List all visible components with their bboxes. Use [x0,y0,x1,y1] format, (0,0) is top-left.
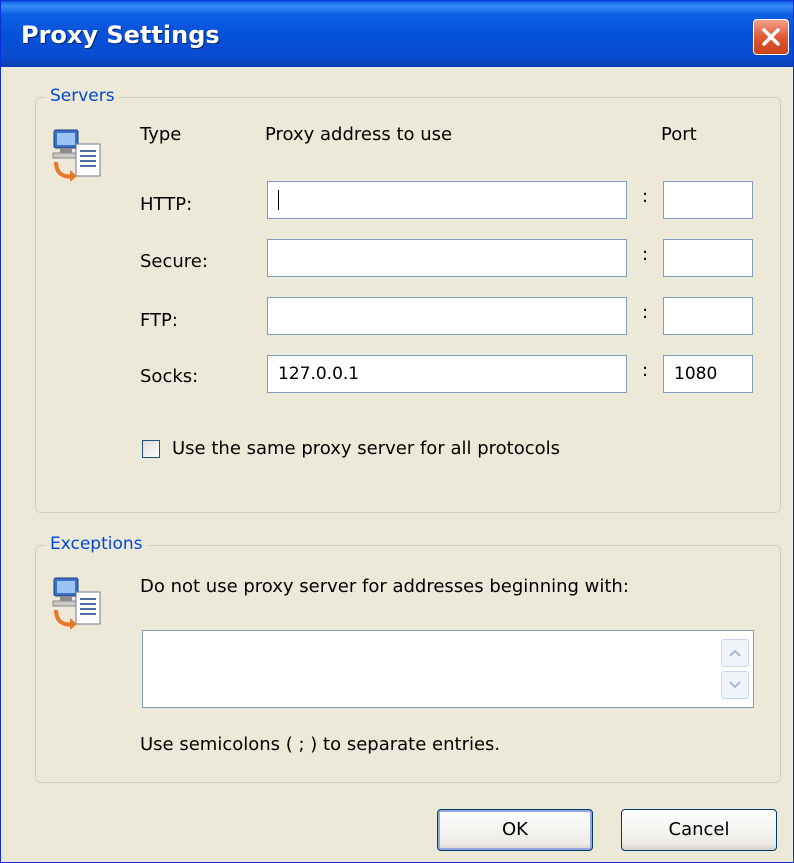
exceptions-legend: Exceptions [46,534,147,554]
text-cursor [278,190,279,210]
http-colon: : [642,186,649,207]
same-proxy-label[interactable]: Use the same proxy server for all protoc… [172,438,560,459]
http-address-input[interactable] [267,181,627,219]
socks-address-input[interactable]: 127.0.0.1 [267,355,627,393]
column-header-type: Type [140,124,182,145]
chevron-down-icon [729,681,741,689]
dialog-content: Servers Type Proxy address to use Port H… [1,67,793,862]
servers-legend: Servers [46,86,119,106]
network-computer-document-icon [52,577,101,630]
proxy-settings-dialog: Proxy Settings Servers Type Proxy addres… [0,0,794,863]
cancel-button[interactable]: Cancel [621,809,777,851]
secure-address-input[interactable] [267,239,627,277]
secure-port-input[interactable] [663,239,753,277]
same-proxy-checkbox[interactable] [142,440,160,458]
ftp-port-input[interactable] [663,297,753,335]
http-label: HTTP: [140,194,193,215]
secure-label: Secure: [140,251,208,272]
ftp-address-input[interactable] [267,297,627,335]
scroll-down-button[interactable] [721,671,749,699]
window-title: Proxy Settings [21,21,220,49]
title-bar[interactable]: Proxy Settings [1,1,793,67]
ftp-label: FTP: [140,310,178,331]
exceptions-textarea[interactable] [142,630,754,708]
column-header-port: Port [661,124,697,145]
ftp-colon: : [642,302,649,323]
socks-port-input[interactable]: 1080 [663,355,753,393]
http-port-input[interactable] [663,181,753,219]
secure-colon: : [642,244,649,265]
chevron-up-icon [729,649,741,657]
socks-label: Socks: [140,366,199,387]
network-computer-document-icon [52,129,101,182]
socks-colon: : [642,360,649,381]
close-icon [762,28,780,46]
column-header-address: Proxy address to use [265,124,453,145]
exceptions-description: Do not use proxy server for addresses be… [140,576,629,597]
servers-group: Servers Type Proxy address to use Port H… [35,86,781,513]
exceptions-hint: Use semicolons ( ; ) to separate entries… [140,734,501,755]
close-button[interactable] [753,19,789,55]
ok-button[interactable]: OK [437,809,593,851]
exceptions-group: Exceptions Do not use proxy server for a… [35,534,781,783]
scroll-up-button[interactable] [721,639,749,667]
